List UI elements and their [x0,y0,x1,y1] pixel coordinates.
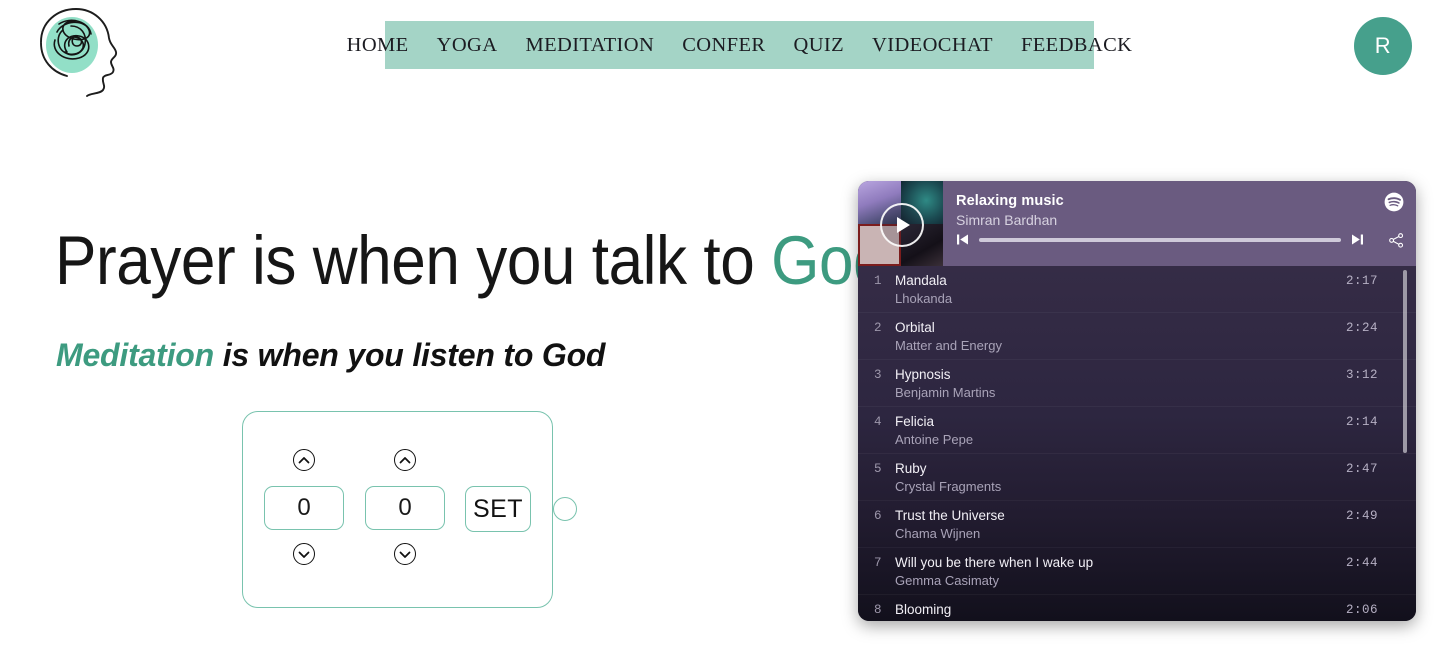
track-duration: 2:17 [1345,274,1378,288]
nav-item-meditation[interactable]: MEDITATION [511,35,668,56]
nav-item-quiz[interactable]: QUIZ [779,35,858,56]
track-number: 7 [874,556,882,570]
progress-bar[interactable] [979,237,1341,242]
site-header: HOME YOGA MEDITATION CONFER QUIZ VIDEOCH… [0,0,1440,100]
track-duration: 3:12 [1345,368,1378,382]
chevron-down-icon[interactable] [394,543,416,565]
track-duration: 2:14 [1345,415,1378,429]
page-root: HOME YOGA MEDITATION CONFER QUIZ VIDEOCH… [0,0,1440,655]
player-artist: Simran Bardhan [956,212,1058,228]
nav-item-confer[interactable]: CONFER [668,35,779,56]
nav-item-yoga[interactable]: YOGA [423,35,512,56]
track-title: Will you be there when I wake up [895,555,1094,570]
track-artist: Matter and Energy [895,338,1002,353]
user-avatar[interactable]: R [1354,17,1412,75]
track-row[interactable]: 3 Hypnosis Benjamin Martins 3:12 [858,360,1416,407]
next-track-icon[interactable] [1351,233,1364,246]
hours-stepper: 0 [264,449,344,565]
track-artist: Lhokanda [895,291,953,306]
track-number: 6 [874,509,882,523]
track-list[interactable]: 1 Mandala Lhokanda 2:17 2 Orbital Matter and E… [858,266,1416,621]
nav-item-feedback[interactable]: FEEDBACK [1007,35,1146,56]
track-artist: Antoine Pepe [895,432,974,447]
track-row[interactable]: 7 Will you be there when I wake up Gemma C… [858,548,1416,595]
track-row[interactable]: 5 Ruby Crystal Fragments 2:47 [858,454,1416,501]
minutes-value: 0 [398,494,412,521]
track-duration: 2:06 [1345,603,1378,617]
nav-item-home[interactable]: HOME [333,35,423,56]
page-subheadline: Meditation is when you listen to God [56,333,605,377]
track-title: Felicia [895,414,935,429]
nav-item-videochat[interactable]: VIDEOCHAT [858,35,1007,56]
play-icon[interactable] [880,203,924,247]
hours-value: 0 [297,494,311,521]
track-number: 5 [874,462,882,476]
track-duration: 2:47 [1345,462,1378,476]
track-row[interactable]: 4 Felicia Antoine Pepe 2:14 [858,407,1416,454]
track-title: Blooming [895,602,952,617]
track-title: Ruby [895,461,927,476]
chevron-down-icon[interactable] [293,543,315,565]
track-number: 3 [874,368,882,382]
share-icon[interactable] [1389,233,1404,253]
track-duration: 2:49 [1345,509,1378,523]
track-row[interactable]: 8 Blooming 2:06 [858,595,1416,621]
timer-resize-handle[interactable] [553,497,577,521]
album-art-collage [858,181,943,266]
track-artist: Crystal Fragments [895,479,1002,494]
track-artist: Benjamin Martins [895,385,996,400]
minutes-input[interactable]: 0 [365,486,445,530]
track-row[interactable]: 2 Orbital Matter and Energy 2:24 [858,313,1416,360]
chevron-up-icon[interactable] [394,449,416,471]
spotify-logo-icon[interactable] [1384,192,1404,217]
player-header: Relaxing music Simran Bardhan [858,181,1416,266]
player-controls [956,233,1364,246]
track-row[interactable]: 6 Trust the Universe Chama Wijnen 2:49 [858,501,1416,548]
track-title: Hypnosis [895,367,951,382]
headline-text: Prayer is when you talk to [55,222,772,299]
previous-track-icon[interactable] [956,233,969,246]
minutes-stepper: 0 [365,449,445,565]
track-artist: Gemma Casimaty [895,573,1000,588]
subhead-text: is when you listen to God [214,337,606,373]
set-button[interactable]: SET [465,486,531,532]
track-row[interactable]: 1 Mandala Lhokanda 2:17 [858,266,1416,313]
track-number: 2 [874,321,882,335]
site-logo[interactable] [27,2,127,97]
track-number: 8 [874,603,882,617]
hours-input[interactable]: 0 [264,486,344,530]
page-headline: Prayer is when you talk to God [55,218,888,304]
track-title: Mandala [895,273,947,288]
track-rows: 1 Mandala Lhokanda 2:17 2 Orbital Matter and E… [858,266,1416,621]
chevron-up-icon[interactable] [293,449,315,471]
player-title: Relaxing music [956,193,1064,209]
track-title: Trust the Universe [895,508,1005,523]
subhead-accent-word: Meditation [56,337,214,373]
spotify-player-embed: Relaxing music Simran Bardhan 1 Mandala … [858,181,1416,621]
track-number: 4 [874,415,882,429]
set-button-label: SET [472,494,524,523]
avatar-initial: R [1374,33,1392,58]
track-number: 1 [874,274,882,288]
track-artist: Chama Wijnen [895,526,981,541]
track-duration: 2:44 [1345,556,1378,570]
player-info: Relaxing music Simran Bardhan [943,181,1416,266]
main-navigation[interactable]: HOME YOGA MEDITATION CONFER QUIZ VIDEOCH… [347,21,1132,69]
track-duration: 2:24 [1345,321,1378,335]
track-title: Orbital [895,320,935,335]
